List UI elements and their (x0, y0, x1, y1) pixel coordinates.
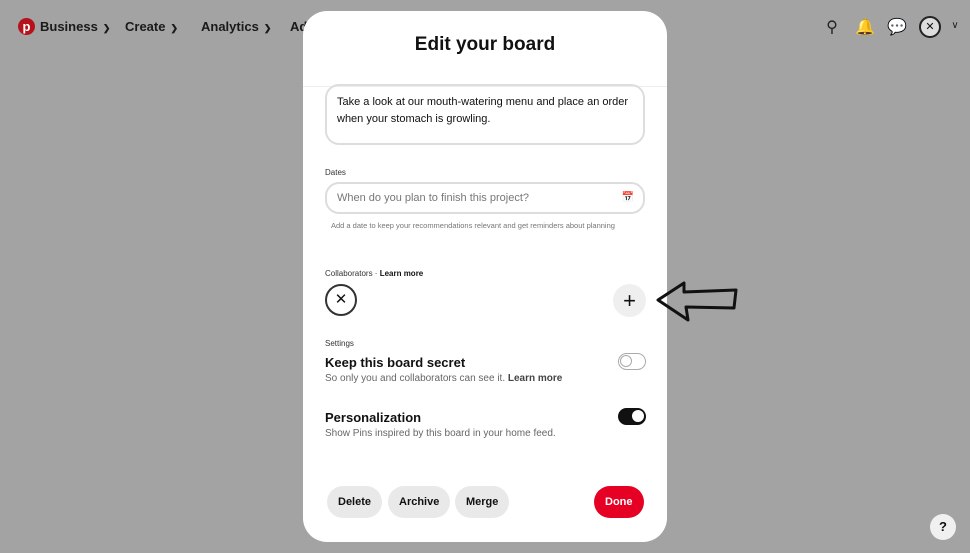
chevron-down-icon: ❯ (102, 23, 111, 33)
nav-analytics[interactable]: Analytics ❯ (201, 19, 271, 34)
dates-label: Dates (325, 168, 346, 177)
bell-icon[interactable]: 🔔 (855, 17, 875, 37)
collaborators-label: Collaborators · Learn more (325, 269, 423, 278)
archive-button[interactable]: Archive (388, 486, 451, 518)
dates-input[interactable]: When do you plan to finish this project?… (325, 182, 645, 214)
secret-title: Keep this board secret (325, 355, 466, 370)
help-button[interactable]: ? (930, 514, 956, 540)
dates-hint: Add a date to keep your recommendations … (331, 221, 615, 230)
toggle-knob (620, 355, 632, 367)
settings-label: Settings (325, 339, 354, 348)
add-collaborator-button[interactable]: + (613, 284, 646, 317)
toggle-knob (632, 410, 644, 422)
collaborators-text: Collaborators · (325, 269, 380, 278)
learn-more-link[interactable]: Learn more (508, 373, 562, 384)
personalization-title: Personalization (325, 410, 422, 425)
messages-icon[interactable]: 💬 (887, 17, 907, 37)
personalization-toggle[interactable] (618, 408, 646, 425)
collaborator-avatar[interactable]: ✕ (325, 284, 357, 316)
modal-title: Edit your board (414, 34, 556, 55)
chevron-down-icon[interactable]: ∨ (945, 20, 965, 40)
edit-board-modal: Edit your board Take a look at our mouth… (303, 11, 667, 542)
nav-label: Business (40, 19, 98, 34)
chevron-down-icon: ❯ (263, 23, 272, 33)
nav-label: Create (125, 19, 166, 34)
secret-sub-text: So only you and collaborators can see it… (325, 373, 508, 384)
profile-avatar[interactable]: ✕ (919, 16, 941, 38)
description-input[interactable]: Take a look at our mouth-watering menu a… (325, 84, 645, 145)
nav-business[interactable]: Business ❯ (40, 19, 110, 34)
personalization-subtitle: Show Pins inspired by this board in your… (325, 428, 556, 439)
done-button[interactable]: Done (594, 486, 644, 518)
search-icon[interactable]: ⚲ (822, 17, 842, 37)
chevron-down-icon: ❯ (170, 23, 179, 33)
delete-button[interactable]: Delete (327, 486, 383, 518)
secret-toggle[interactable] (618, 353, 646, 370)
merge-button[interactable]: Merge (455, 486, 510, 518)
hand-drawn-arrow-icon (656, 281, 738, 322)
nav-label: Analytics (201, 19, 259, 34)
calendar-icon[interactable]: 📅 (622, 184, 634, 212)
dates-placeholder: When do you plan to finish this project? (337, 192, 530, 204)
secret-subtitle: So only you and collaborators can see it… (325, 373, 562, 384)
pinterest-logo-icon[interactable]: p (18, 18, 35, 35)
nav-create[interactable]: Create ❯ (125, 19, 178, 34)
learn-more-link[interactable]: Learn more (380, 269, 424, 278)
